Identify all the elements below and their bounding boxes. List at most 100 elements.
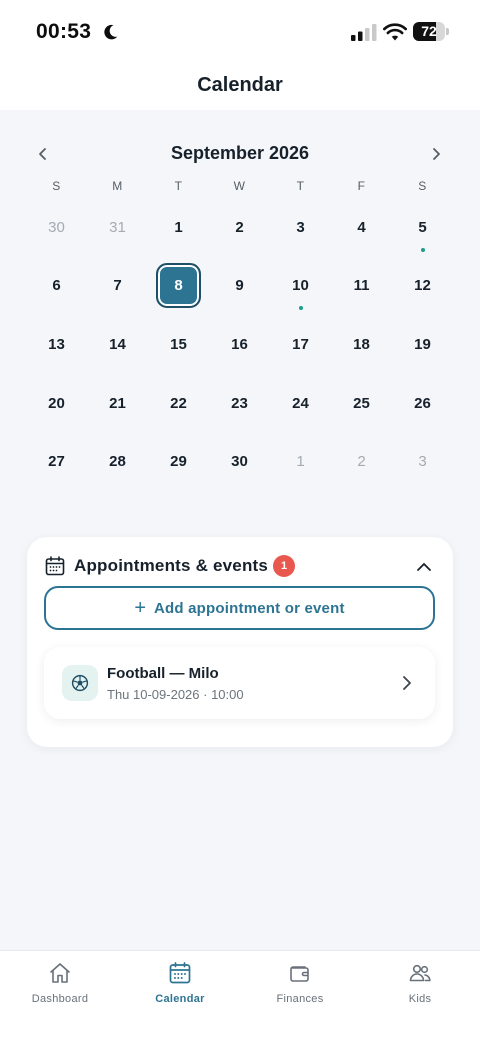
day-number: 18 xyxy=(353,335,370,353)
wifi-icon xyxy=(383,23,407,41)
calendar-day[interactable]: 6 xyxy=(26,257,87,316)
day-number: 12 xyxy=(414,277,431,295)
nav-item-calendar[interactable]: Calendar xyxy=(120,951,240,1039)
calendar-day[interactable]: 22 xyxy=(148,374,209,433)
event-indicator-dot xyxy=(298,306,303,311)
day-number: 21 xyxy=(109,394,126,412)
calendar-day[interactable]: 7 xyxy=(87,257,148,316)
calendar-icon xyxy=(45,556,65,576)
calendar-day[interactable]: 30 xyxy=(209,432,270,491)
day-number: 4 xyxy=(357,218,366,236)
chevron-up-icon[interactable] xyxy=(414,557,434,577)
day-number: 11 xyxy=(353,277,370,295)
day-number: 14 xyxy=(109,335,126,353)
calendar-day[interactable]: 3 xyxy=(270,198,331,257)
chevron-right-icon xyxy=(403,676,411,690)
calendar-day[interactable]: 20 xyxy=(26,374,87,433)
day-number: 23 xyxy=(231,394,248,412)
wallet-icon xyxy=(290,966,309,982)
calendar-day[interactable]: 2 xyxy=(331,432,392,491)
calendar-day[interactable]: 26 xyxy=(392,374,453,433)
calendar-day[interactable]: 2 xyxy=(209,198,270,257)
calendar-day[interactable]: 15 xyxy=(148,315,209,374)
nav-item-kids[interactable]: Kids xyxy=(360,951,480,1039)
nav-label-calendar: Calendar xyxy=(155,993,205,1005)
day-number: 15 xyxy=(170,335,187,353)
day-number: 5 xyxy=(418,218,427,236)
calendar-day[interactable]: 3 xyxy=(392,432,453,491)
weekday-label: T xyxy=(174,179,183,193)
calendar-day[interactable]: 25 xyxy=(331,374,392,433)
calendar-day[interactable]: 28 xyxy=(87,432,148,491)
calendar-day[interactable]: 1 xyxy=(270,432,331,491)
calendar-day[interactable]: 11 xyxy=(331,257,392,316)
weekday-label: W xyxy=(233,179,246,193)
calendar-day[interactable]: 12 xyxy=(392,257,453,316)
battery-indicator: 72 xyxy=(413,22,449,41)
calendar-grid: 30 31 1 2 3 4 5 6 7 8 9 10 11 12 13 14 15 16 17 18 19 20 21 22 2… xyxy=(26,198,453,491)
appointments-title: Appointments & events xyxy=(74,556,269,575)
calendar-day[interactable]: 21 xyxy=(87,374,148,433)
day-number: 26 xyxy=(414,394,431,412)
day-number: 29 xyxy=(170,453,187,471)
event-icon-tile xyxy=(62,665,98,701)
day-number: 31 xyxy=(109,218,126,236)
moon-icon xyxy=(104,24,118,40)
calendar-day[interactable]: 19 xyxy=(392,315,453,374)
calendar-week: 6 7 8 9 10 11 12 xyxy=(26,257,453,316)
day-number: 30 xyxy=(231,453,248,471)
month-title: September 2026 xyxy=(170,143,310,163)
day-number: 3 xyxy=(418,453,427,471)
bottom-navigation: Dashboard Calendar Finances Kids xyxy=(0,950,480,1039)
event-list-item[interactable]: Football — Milo Thu 10-09-2026 · 10:00 xyxy=(44,647,435,719)
calendar-day[interactable]: 27 xyxy=(26,432,87,491)
month-navigation: September 2026 xyxy=(0,140,480,168)
calendar-day[interactable]: 24 xyxy=(270,374,331,433)
day-number: 6 xyxy=(52,277,61,295)
battery-percent: 72 xyxy=(421,23,437,39)
day-number: 8 xyxy=(174,277,183,295)
nav-item-dashboard[interactable]: Dashboard xyxy=(0,951,120,1039)
calendar-day[interactable]: 4 xyxy=(331,198,392,257)
calendar-day[interactable]: 31 xyxy=(87,198,148,257)
status-time: 00:53 xyxy=(36,20,92,43)
calendar-day[interactable]: 16 xyxy=(209,315,270,374)
day-number: 2 xyxy=(235,218,244,236)
app-header: Calendar xyxy=(0,62,480,110)
calendar-day[interactable]: 10 xyxy=(270,257,331,316)
appointments-count-badge: 1 xyxy=(273,555,295,577)
nav-label-kids: Kids xyxy=(408,993,432,1005)
appointments-card: Appointments & events 1 + Add appointmen… xyxy=(27,537,453,747)
calendar-day[interactable]: 5 xyxy=(392,198,453,257)
day-number: 24 xyxy=(292,394,309,412)
calendar-day[interactable]: 13 xyxy=(26,315,87,374)
day-number: 7 xyxy=(113,277,122,295)
event-datetime: Thu 10-09-2026 · 10:00 xyxy=(107,687,244,702)
football-icon xyxy=(71,674,89,692)
calendar-day-selected[interactable]: 8 xyxy=(148,257,209,316)
calendar-day[interactable]: 14 xyxy=(87,315,148,374)
calendar-week: 20 21 22 23 24 25 26 xyxy=(26,374,453,433)
calendar-day[interactable]: 18 xyxy=(331,315,392,374)
day-number: 27 xyxy=(48,453,65,471)
calendar-day[interactable]: 30 xyxy=(26,198,87,257)
day-number: 2 xyxy=(357,453,366,471)
day-number: 9 xyxy=(235,277,244,295)
event-title: Football — Milo xyxy=(107,665,219,682)
day-number: 16 xyxy=(231,335,248,353)
calendar-week: 13 14 15 16 17 18 19 xyxy=(26,315,453,374)
nav-item-finances[interactable]: Finances xyxy=(240,951,360,1039)
plus-icon: + xyxy=(134,597,147,619)
day-number: 13 xyxy=(48,335,65,353)
status-bar: 00:53 72 xyxy=(0,0,480,62)
calendar-day[interactable]: 17 xyxy=(270,315,331,374)
people-icon xyxy=(409,964,431,982)
calendar-day[interactable]: 9 xyxy=(209,257,270,316)
event-indicator-dot xyxy=(420,247,425,252)
calendar-day[interactable]: 1 xyxy=(148,198,209,257)
add-appointment-button[interactable]: + Add appointment or event xyxy=(44,586,435,630)
appointments-header[interactable]: Appointments & events 1 xyxy=(45,555,435,579)
next-month-button[interactable] xyxy=(425,143,447,165)
calendar-day[interactable]: 23 xyxy=(209,374,270,433)
calendar-day[interactable]: 29 xyxy=(148,432,209,491)
